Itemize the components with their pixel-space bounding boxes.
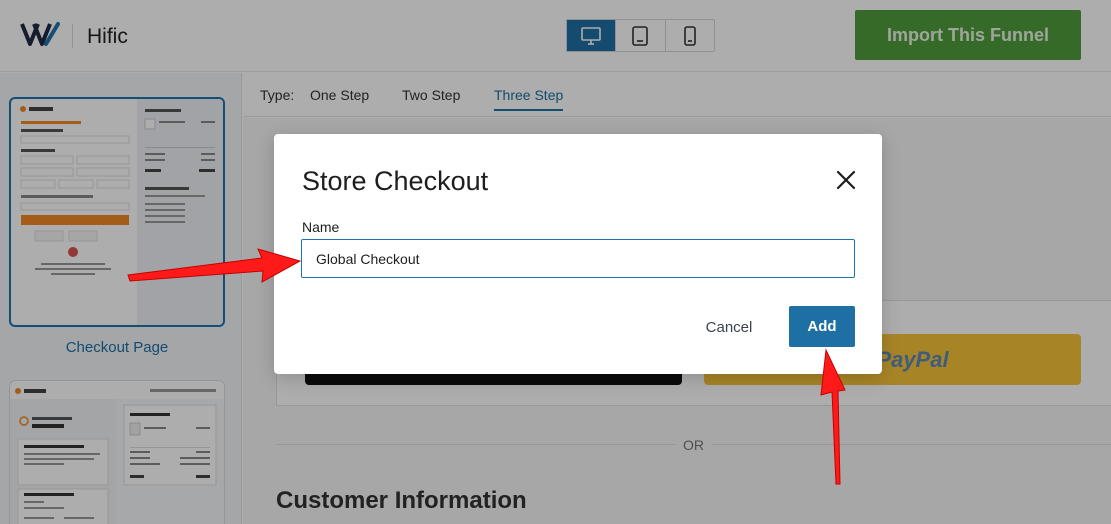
add-button[interactable]: Add [789,306,855,347]
close-icon[interactable] [834,168,858,192]
dialog-title: Store Checkout [302,166,489,196]
store-checkout-dialog: Store Checkout Name Cancel Add [274,134,882,374]
name-input[interactable] [301,239,855,278]
cancel-button[interactable]: Cancel [694,307,764,347]
name-field-label: Name [302,219,340,235]
